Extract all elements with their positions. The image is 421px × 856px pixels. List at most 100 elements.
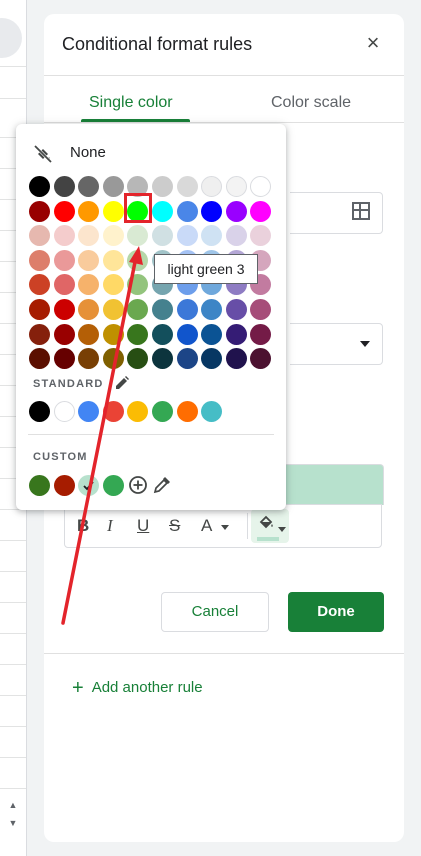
palette-swatch[interactable] — [152, 200, 173, 222]
palette-swatch[interactable] — [201, 348, 223, 370]
palette-swatch[interactable] — [102, 200, 124, 222]
palette-swatch[interactable] — [53, 299, 75, 320]
palette-swatch[interactable] — [102, 249, 124, 271]
italic-icon[interactable]: I — [107, 516, 113, 536]
palette-swatch[interactable] — [152, 348, 173, 370]
palette-swatch[interactable] — [250, 323, 272, 345]
palette-swatch[interactable] — [29, 323, 50, 345]
palette-swatch[interactable] — [78, 176, 100, 197]
tab-color-scale[interactable]: Color scale — [271, 94, 351, 112]
bold-icon[interactable]: B — [77, 516, 89, 536]
palette-swatch[interactable] — [225, 200, 247, 222]
palette-swatch[interactable] — [201, 200, 223, 222]
palette-swatch[interactable] — [176, 225, 198, 247]
standard-swatch[interactable] — [29, 401, 50, 422]
done-button[interactable]: Done — [288, 592, 384, 632]
close-icon[interactable]: × — [362, 32, 384, 54]
palette-swatch[interactable] — [127, 274, 149, 296]
palette-swatch[interactable] — [53, 249, 75, 271]
palette-swatch[interactable] — [152, 225, 173, 247]
text-color-icon[interactable]: A — [201, 516, 212, 536]
palette-swatch[interactable] — [152, 176, 173, 197]
palette-swatch[interactable] — [152, 299, 173, 320]
palette-swatch[interactable] — [78, 249, 100, 271]
palette-swatch[interactable] — [78, 274, 100, 296]
custom-swatch[interactable] — [29, 475, 50, 496]
palette-swatch[interactable] — [127, 249, 149, 271]
palette-swatch[interactable] — [201, 225, 223, 247]
range-input[interactable] — [290, 192, 383, 234]
palette-swatch[interactable] — [53, 176, 75, 197]
palette-swatch[interactable] — [201, 323, 223, 345]
palette-swatch[interactable] — [127, 299, 149, 320]
palette-swatch[interactable] — [78, 348, 100, 370]
palette-swatch[interactable] — [29, 348, 50, 370]
palette-swatch[interactable] — [102, 299, 124, 320]
palette-swatch[interactable] — [176, 323, 198, 345]
standard-swatch[interactable] — [152, 401, 173, 422]
select-range-icon[interactable] — [352, 202, 370, 220]
palette-swatch[interactable] — [250, 348, 272, 370]
palette-swatch[interactable] — [250, 176, 272, 197]
palette-swatch[interactable] — [78, 299, 100, 320]
palette-swatch[interactable] — [225, 176, 247, 197]
standard-swatch[interactable] — [127, 401, 149, 422]
palette-swatch[interactable] — [102, 225, 124, 247]
palette-swatch[interactable] — [29, 176, 50, 197]
standard-swatch[interactable] — [176, 401, 198, 422]
add-custom-color-icon[interactable] — [128, 475, 148, 495]
eyedropper-icon[interactable] — [152, 475, 172, 495]
palette-swatch[interactable] — [250, 225, 272, 247]
palette-swatch[interactable] — [225, 323, 247, 345]
palette-swatch[interactable] — [53, 274, 75, 296]
standard-swatch[interactable] — [53, 401, 75, 422]
palette-swatch[interactable] — [78, 200, 100, 222]
palette-swatch[interactable] — [29, 274, 50, 296]
standard-swatch[interactable] — [201, 401, 223, 422]
strikethrough-icon[interactable]: S — [169, 516, 180, 536]
palette-swatch[interactable] — [78, 323, 100, 345]
custom-swatch[interactable] — [78, 475, 100, 496]
palette-swatch[interactable] — [176, 299, 198, 320]
palette-swatch[interactable] — [53, 348, 75, 370]
palette-swatch[interactable] — [152, 323, 173, 345]
palette-swatch[interactable] — [29, 225, 50, 247]
palette-swatch[interactable] — [127, 225, 149, 247]
palette-swatch[interactable] — [250, 200, 272, 222]
custom-swatch[interactable] — [53, 475, 75, 496]
palette-swatch[interactable] — [102, 348, 124, 370]
scroll-down-icon[interactable]: ▼ — [0, 816, 26, 830]
palette-swatch[interactable] — [127, 348, 149, 370]
scroll-up-icon[interactable]: ▲ — [0, 798, 26, 812]
no-color-option[interactable]: None — [16, 140, 286, 168]
palette-swatch[interactable] — [225, 348, 247, 370]
palette-swatch[interactable] — [53, 225, 75, 247]
palette-swatch[interactable] — [29, 249, 50, 271]
standard-swatch[interactable] — [102, 401, 124, 422]
palette-swatch[interactable] — [102, 176, 124, 197]
palette-swatch[interactable] — [53, 200, 75, 222]
edit-icon[interactable] — [114, 375, 130, 391]
add-rule-button[interactable]: + Add another rule — [72, 677, 203, 700]
fill-color-button[interactable] — [251, 509, 289, 543]
palette-swatch[interactable] — [201, 176, 223, 197]
palette-swatch[interactable] — [201, 299, 223, 320]
palette-swatch[interactable] — [127, 323, 149, 345]
custom-swatch[interactable] — [102, 475, 124, 496]
palette-swatch[interactable] — [225, 299, 247, 320]
palette-swatch[interactable] — [225, 225, 247, 247]
underline-icon[interactable]: U — [137, 516, 149, 536]
palette-swatch[interactable] — [176, 176, 198, 197]
palette-swatch[interactable] — [53, 323, 75, 345]
palette-swatch[interactable] — [176, 200, 198, 222]
cancel-button[interactable]: Cancel — [161, 592, 269, 632]
palette-swatch[interactable] — [78, 225, 100, 247]
palette-swatch[interactable] — [102, 274, 124, 296]
palette-swatch[interactable] — [102, 323, 124, 345]
palette-swatch[interactable] — [250, 299, 272, 320]
palette-swatch[interactable] — [176, 348, 198, 370]
condition-dropdown[interactable] — [290, 323, 383, 365]
tab-single-color[interactable]: Single color — [89, 94, 173, 112]
palette-swatch[interactable] — [29, 200, 50, 222]
standard-swatch[interactable] — [78, 401, 100, 422]
